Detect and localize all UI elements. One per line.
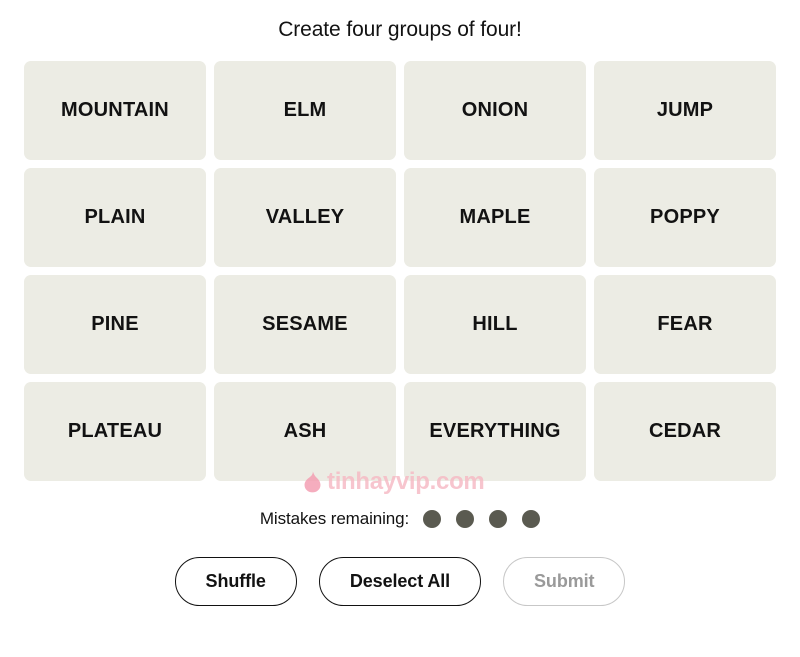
mistake-dot [456, 510, 475, 528]
word-tile[interactable]: ONION [404, 61, 586, 160]
word-tile[interactable]: HILL [404, 275, 586, 374]
word-tile[interactable]: CEDAR [594, 382, 776, 481]
submit-button[interactable]: Submit [503, 557, 626, 606]
mistake-dot [423, 510, 442, 528]
action-buttons: Shuffle Deselect All Submit [174, 557, 626, 606]
word-tile[interactable]: FEAR [594, 275, 776, 374]
mistakes-label: Mistakes remaining: [259, 509, 410, 528]
word-tile[interactable]: ELM [214, 61, 396, 160]
word-tile[interactable]: VALLEY [214, 168, 396, 267]
mistake-dot [489, 510, 508, 528]
connections-game: Create four groups of four! MOUNTAIN ELM… [0, 0, 800, 657]
word-tile[interactable]: MOUNTAIN [24, 61, 206, 160]
word-grid: MOUNTAIN ELM ONION JUMP PLAIN VALLEY MAP… [24, 61, 776, 481]
word-tile[interactable]: POPPY [594, 168, 776, 267]
word-tile[interactable]: PINE [24, 275, 206, 374]
shuffle-button[interactable]: Shuffle [174, 557, 297, 606]
mistakes-remaining: Mistakes remaining: [259, 509, 541, 529]
word-tile[interactable]: JUMP [594, 61, 776, 160]
word-tile[interactable]: MAPLE [404, 168, 586, 267]
page-title: Create four groups of four! [278, 18, 522, 41]
word-tile[interactable]: EVERYTHING [404, 382, 586, 481]
word-tile[interactable]: ASH [214, 382, 396, 481]
deselect-all-button[interactable]: Deselect All [318, 557, 482, 606]
word-tile[interactable]: PLATEAU [24, 382, 206, 481]
word-tile[interactable]: SESAME [214, 275, 396, 374]
word-tile[interactable]: PLAIN [24, 168, 206, 267]
mistake-dot [522, 510, 541, 528]
mistake-dots [423, 510, 541, 528]
